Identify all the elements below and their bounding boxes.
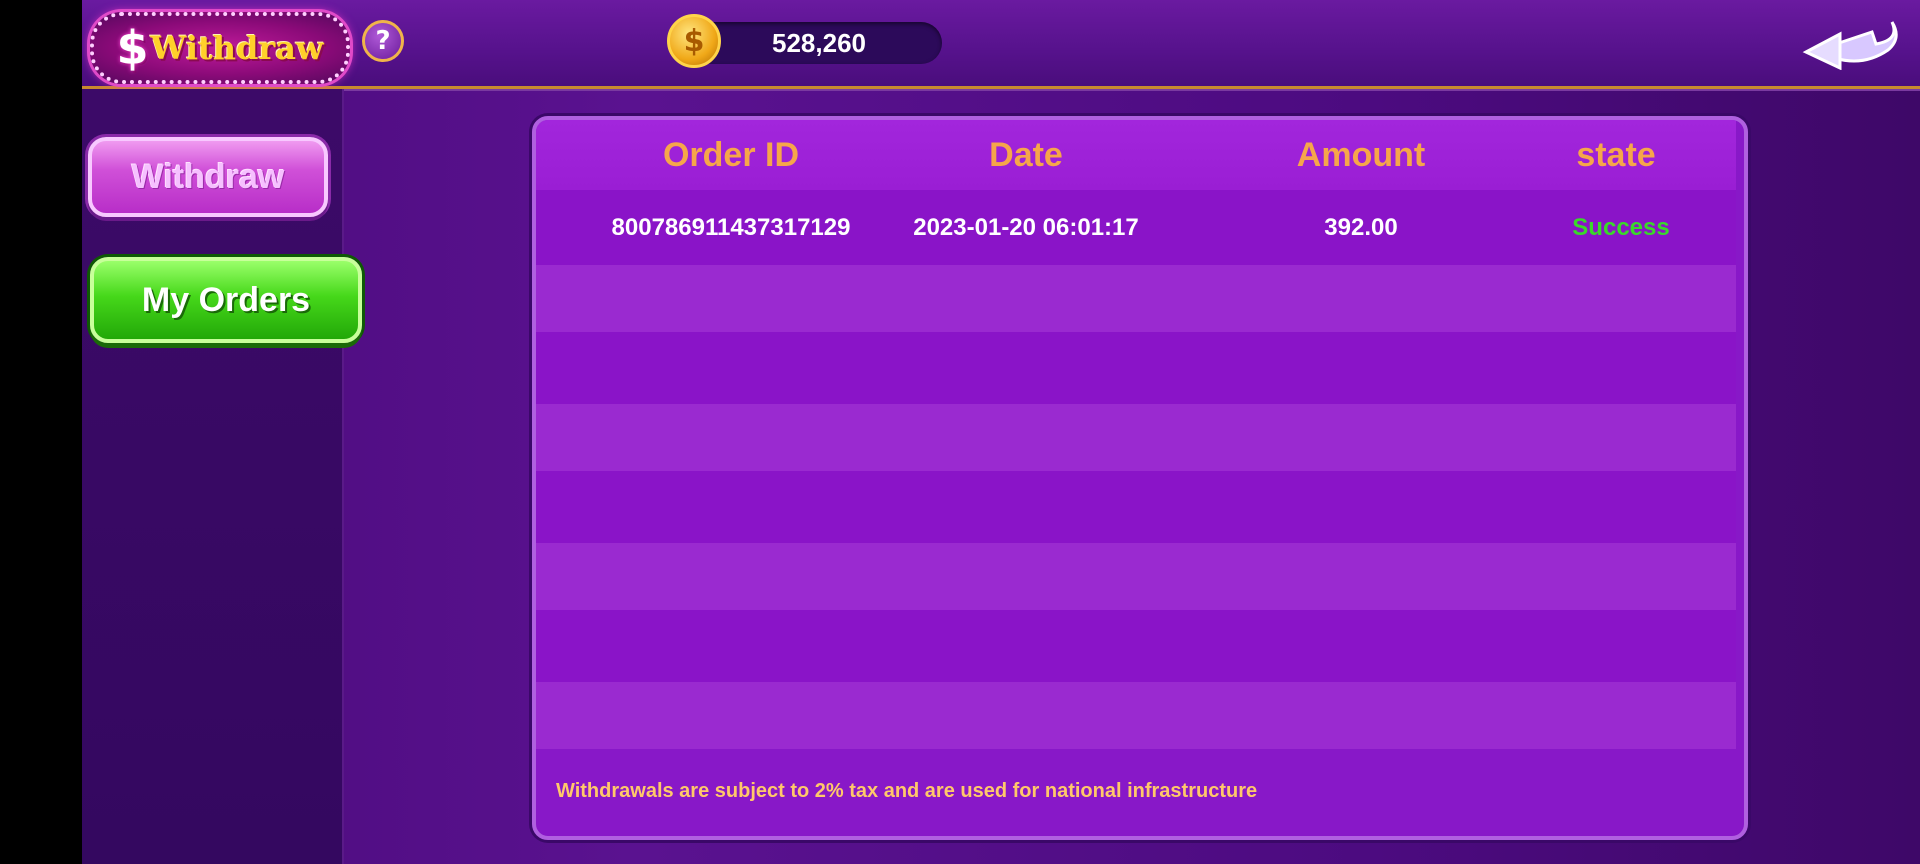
- table-row-empty: [536, 682, 1736, 749]
- tax-note: Withdrawals are subject to 2% tax and ar…: [556, 780, 1258, 802]
- withdraw-screen: $ Withdraw ? 528,260 $ Withdraw My Order…: [82, 0, 1920, 864]
- orders-table: Order ID Date Amount state 8007869114373…: [532, 116, 1748, 840]
- back-arrow-icon: [1802, 21, 1898, 71]
- column-header-amount: Amount: [1296, 136, 1426, 174]
- table-row[interactable]: 800786911437317129 2023-01-20 06:01:17 3…: [536, 190, 1736, 265]
- coin-icon: $: [667, 14, 721, 68]
- column-header-state: state: [1576, 136, 1656, 174]
- state-cell: Success: [1572, 214, 1670, 241]
- sidebar-item-my-orders[interactable]: My Orders: [90, 257, 362, 343]
- dollar-icon: $: [116, 21, 149, 75]
- column-header-order-id: Order ID: [662, 136, 800, 174]
- table-row-empty: [536, 471, 1736, 543]
- withdraw-logo: $ Withdraw: [90, 12, 350, 84]
- table-row-empty: [536, 332, 1736, 404]
- date-cell: 2023-01-20 06:01:17: [913, 214, 1139, 241]
- top-bar: $ Withdraw ? 528,260 $: [82, 0, 1920, 89]
- back-button[interactable]: [1796, 10, 1906, 71]
- help-button[interactable]: ?: [362, 20, 404, 62]
- table-row-empty: [536, 543, 1736, 610]
- sidebar: Withdraw My Orders: [82, 89, 362, 864]
- table-row-empty: [536, 610, 1736, 682]
- table-row-empty: [536, 265, 1736, 332]
- help-icon: ?: [375, 26, 391, 56]
- table-row-empty: [536, 404, 1736, 471]
- logo-title: Withdraw: [150, 29, 324, 67]
- sidebar-item-withdraw[interactable]: Withdraw: [88, 137, 328, 217]
- amount-cell: 392.00: [1324, 214, 1398, 241]
- order-id-cell: 800786911437317129: [611, 214, 851, 241]
- table-header: Order ID Date Amount state: [536, 120, 1736, 190]
- column-header-date: Date: [989, 136, 1063, 174]
